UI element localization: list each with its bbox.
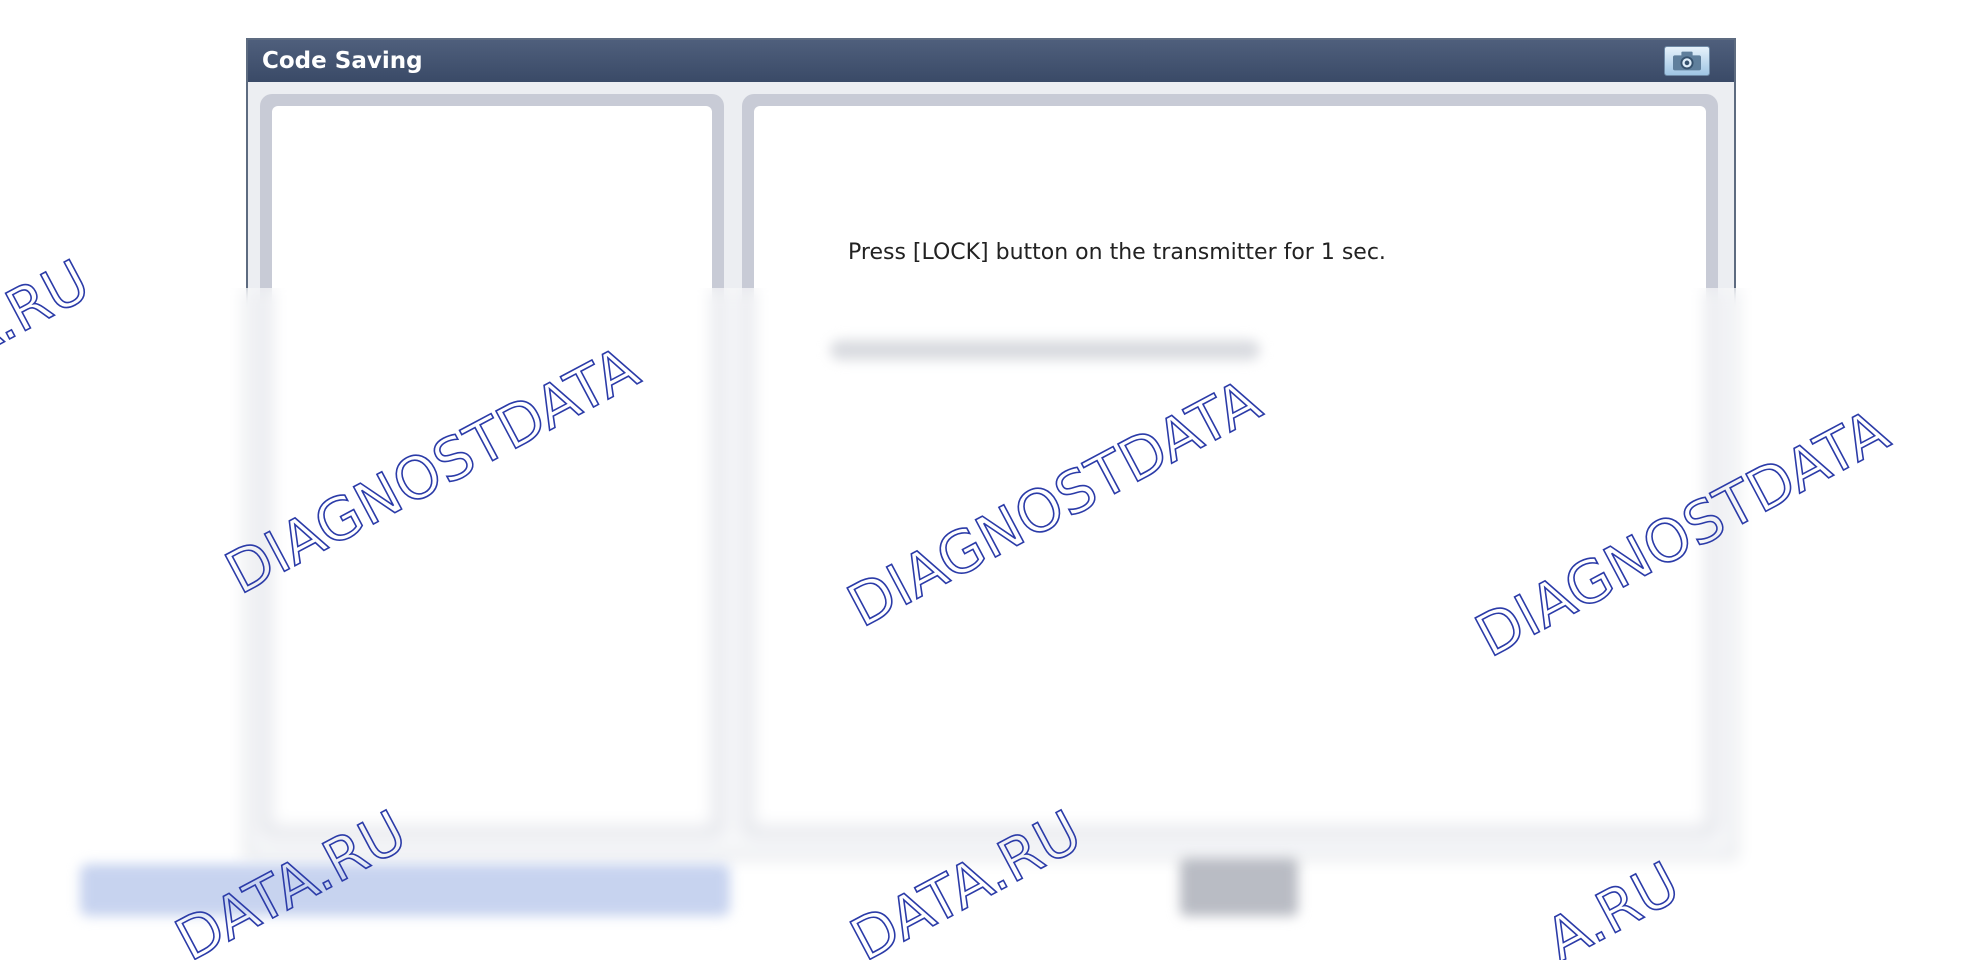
left-panel	[260, 94, 724, 838]
bottom-button[interactable]	[1180, 858, 1298, 916]
right-panel: Press [LOCK] button on the transmitter f…	[742, 94, 1718, 838]
title-bar: Code Saving	[248, 40, 1734, 82]
watermark-text: A.RU	[0, 247, 100, 373]
left-panel-content	[272, 106, 712, 826]
screenshot-button[interactable]	[1664, 46, 1710, 76]
bottom-link[interactable]	[80, 864, 730, 916]
blurred-text-line	[830, 340, 1260, 360]
instruction-text: Press [LOCK] button on the transmitter f…	[848, 240, 1386, 265]
code-saving-window: Code Saving Press [LOCK] button on the t…	[246, 38, 1736, 858]
window-title: Code Saving	[262, 48, 423, 74]
screen: Code Saving Press [LOCK] button on the t…	[0, 0, 1980, 960]
camera-icon	[1673, 51, 1701, 71]
right-panel-content: Press [LOCK] button on the transmitter f…	[754, 106, 1706, 826]
bottom-bar	[0, 822, 1980, 960]
